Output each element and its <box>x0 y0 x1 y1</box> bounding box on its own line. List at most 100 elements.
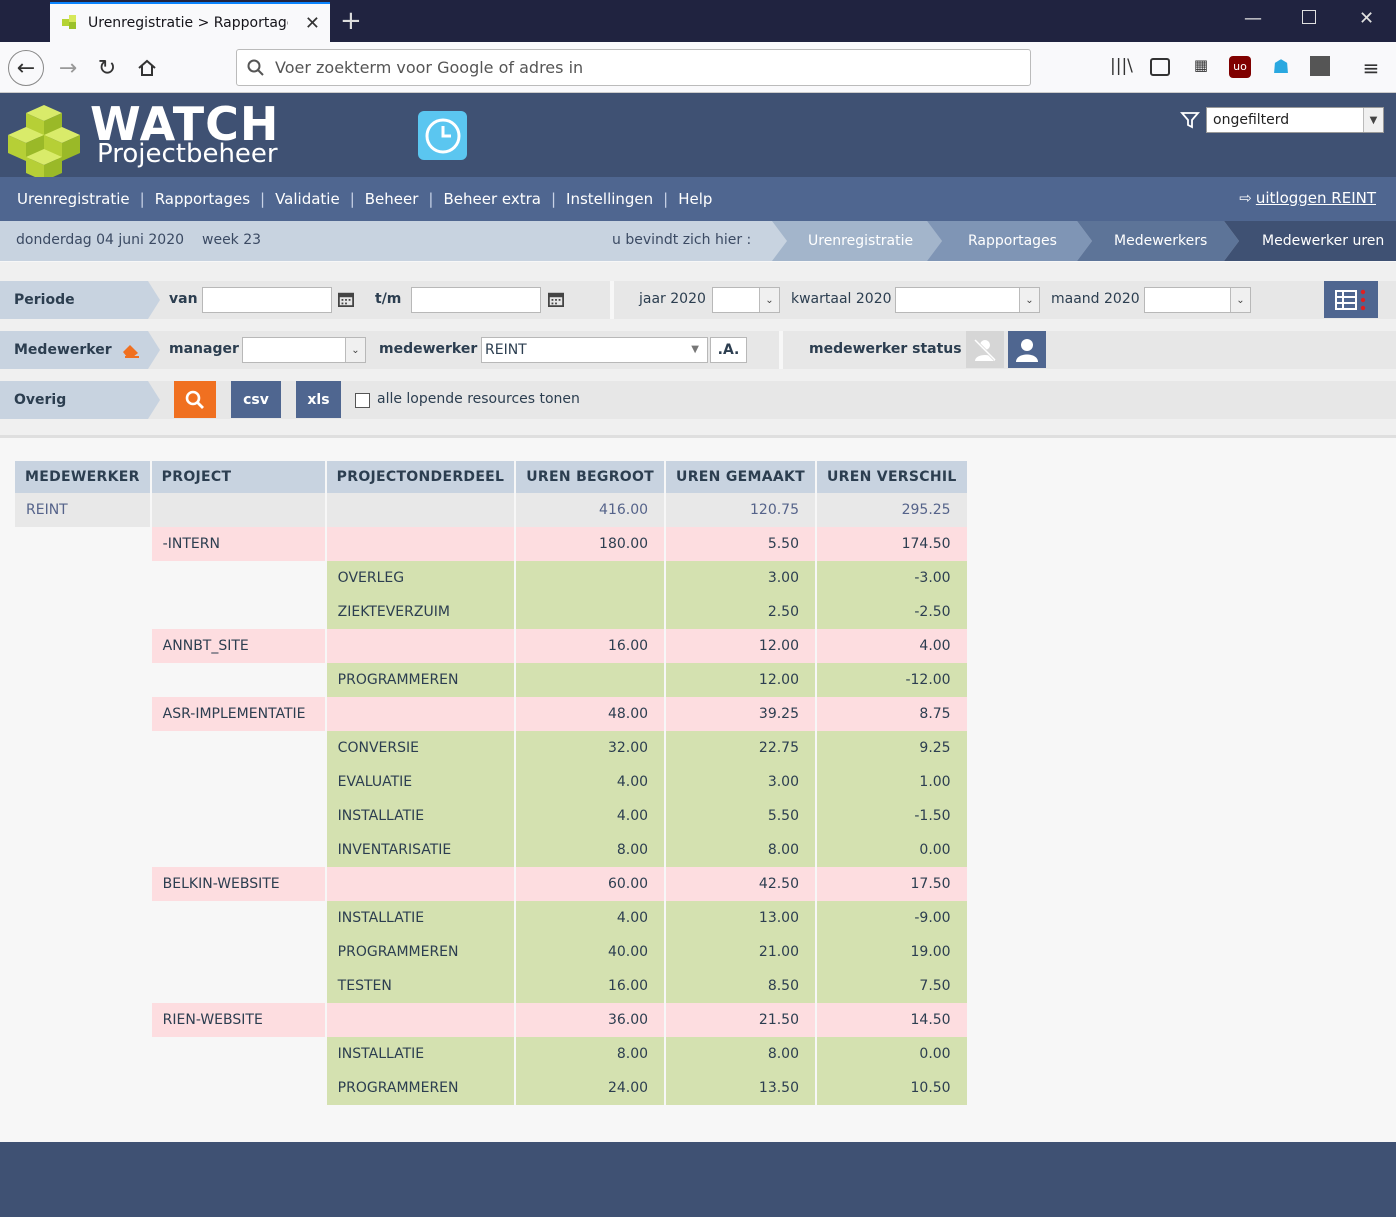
sidebar-icon[interactable] <box>1150 58 1170 76</box>
cell-projectonderdeel <box>326 1003 517 1037</box>
cell-uren-gemaakt: 8.00 <box>666 833 817 867</box>
clock-icon[interactable] <box>418 111 467 160</box>
column-settings-button[interactable] <box>1324 281 1378 318</box>
menu-separator: | <box>428 190 434 208</box>
menu-item-urenregistratie[interactable]: Urenregistratie <box>17 190 130 208</box>
maand-select[interactable]: ⌄ <box>1144 287 1251 313</box>
cell-medewerker <box>15 969 152 1003</box>
eraser-icon[interactable] <box>121 341 141 359</box>
cell-uren-gemaakt: 13.00 <box>666 901 817 935</box>
extension-icon[interactable] <box>1310 56 1330 76</box>
cell-medewerker <box>15 799 152 833</box>
breadcrumb-medewerkers[interactable]: Medewerkers <box>1114 221 1207 261</box>
ghostery-icon[interactable]: ☗ <box>1270 56 1292 78</box>
breadcrumb-rapportages[interactable]: Rapportages <box>968 221 1057 261</box>
window-close-icon[interactable]: ✕ <box>1359 8 1374 29</box>
menu-separator: | <box>663 190 669 208</box>
cell-uren-gemaakt: 12.00 <box>666 663 817 697</box>
menu-item-beheer-extra[interactable]: Beheer extra <box>443 190 541 208</box>
qr-code-icon[interactable]: ▦ <box>1190 56 1212 78</box>
menu-item-help[interactable]: Help <box>678 190 712 208</box>
search-button[interactable] <box>174 381 216 418</box>
cell-uren-begroot: 8.00 <box>516 833 667 867</box>
back-icon[interactable]: ← <box>8 50 44 86</box>
cell-uren-gemaakt: 21.50 <box>666 1003 817 1037</box>
url-bar[interactable]: Voer zoekterm voor Google of adres in <box>236 49 1031 86</box>
menu-item-beheer[interactable]: Beheer <box>365 190 419 208</box>
menu-item-instellingen[interactable]: Instellingen <box>566 190 653 208</box>
home-icon[interactable] <box>129 50 165 86</box>
cell-medewerker <box>15 595 152 629</box>
csv-export-button[interactable]: csv <box>231 381 281 418</box>
table-row: INSTALLATIE 8.00 8.00 0.00 <box>15 1037 967 1071</box>
cell-uren-begroot: 24.00 <box>516 1071 667 1105</box>
cell-medewerker <box>15 731 152 765</box>
ublock-icon[interactable]: uo <box>1229 56 1251 78</box>
cell-projectonderdeel: TESTEN <box>326 969 517 1003</box>
cell-project <box>152 969 327 1003</box>
cell-uren-gemaakt: 3.00 <box>666 765 817 799</box>
menu-hamburger-icon[interactable]: ≡ <box>1360 56 1382 80</box>
cell-uren-verschil: -9.00 <box>817 901 967 935</box>
breadcrumb-urenregistratie[interactable]: Urenregistratie <box>808 221 913 261</box>
cell-uren-gemaakt: 5.50 <box>666 527 817 561</box>
manager-select[interactable]: ⌄ <box>242 337 366 363</box>
van-date-input[interactable] <box>202 287 332 313</box>
medewerker-label: medewerker <box>379 341 478 357</box>
cell-medewerker <box>15 527 152 561</box>
reload-icon[interactable]: ↻ <box>89 50 125 86</box>
user-icon <box>1016 338 1038 362</box>
cell-project <box>152 765 327 799</box>
chevron-down-icon: ⌄ <box>1230 288 1250 312</box>
calendar-icon[interactable] <box>548 291 564 307</box>
menu-separator: | <box>349 190 355 208</box>
browser-navbar: ← → ↻ Voer zoekterm voor Google of adres… <box>0 42 1396 93</box>
col-projectonderdeel[interactable]: PROJECTONDERDEEL <box>326 461 517 493</box>
xls-export-button[interactable]: xls <box>296 381 341 418</box>
col-uren-gemaakt[interactable]: UREN GEMAAKT <box>666 461 817 493</box>
cell-medewerker: REINT <box>15 493 152 527</box>
browser-tab[interactable]: Urenregistratie > Rapportages ✕ <box>50 2 330 42</box>
menu-item-validatie[interactable]: Validatie <box>275 190 340 208</box>
inactive-employee-button[interactable] <box>966 331 1004 368</box>
col-uren-verschil[interactable]: UREN VERSCHIL <box>817 461 967 493</box>
cell-projectonderdeel: INSTALLATIE <box>326 901 517 935</box>
forward-icon[interactable]: → <box>50 50 86 86</box>
col-medewerker[interactable]: MEDEWERKER <box>15 461 152 493</box>
cell-uren-gemaakt: 13.50 <box>666 1071 817 1105</box>
tab-close-icon[interactable]: ✕ <box>305 13 320 34</box>
menu-item-rapportages[interactable]: Rapportages <box>155 190 250 208</box>
watch-logo-icon <box>8 105 80 181</box>
table-row: BELKIN-WEBSITE 60.00 42.50 17.50 <box>15 867 967 901</box>
kwartaal-select[interactable]: ⌄ <box>895 287 1040 313</box>
cell-uren-gemaakt: 5.50 <box>666 799 817 833</box>
filter-select[interactable]: ongefilterd ▼ <box>1206 107 1384 133</box>
filter-panel: Periode van t/m jaar 2020 ⌄ kwartaal 202… <box>0 262 1396 438</box>
cell-uren-verschil: 14.50 <box>817 1003 967 1037</box>
anonymize-button[interactable]: .A. <box>710 337 747 363</box>
col-project[interactable]: PROJECT <box>151 461 327 493</box>
logout-link[interactable]: ⇨ uitloggen REINT <box>1239 189 1376 207</box>
show-running-resources-checkbox[interactable] <box>355 393 370 408</box>
calendar-icon[interactable] <box>338 291 354 307</box>
cell-projectonderdeel: ZIEKTEVERZUIM <box>326 595 517 629</box>
col-uren-begroot[interactable]: UREN BEGROOT <box>516 461 667 493</box>
library-icon[interactable]: |||\ <box>1110 56 1133 78</box>
cell-uren-verschil: 0.00 <box>817 833 967 867</box>
jaar-select[interactable]: ⌄ <box>712 287 780 313</box>
tm-date-input[interactable] <box>411 287 541 313</box>
new-tab-icon[interactable]: + <box>340 6 362 36</box>
cell-projectonderdeel: PROGRAMMEREN <box>326 663 517 697</box>
minimize-icon[interactable]: — <box>1244 8 1262 29</box>
medewerker-select[interactable]: REINT ▼ <box>481 337 708 363</box>
cell-medewerker <box>15 1037 152 1071</box>
logout-label: uitloggen REINT <box>1255 189 1376 207</box>
cell-uren-begroot: 180.00 <box>516 527 667 561</box>
cell-project <box>152 799 327 833</box>
active-employee-button[interactable] <box>1008 331 1046 368</box>
show-running-resources-label: alle lopende resources tonen <box>377 391 580 407</box>
cell-uren-gemaakt: 3.00 <box>666 561 817 595</box>
cell-medewerker <box>15 697 152 731</box>
maximize-icon[interactable] <box>1302 10 1316 24</box>
table-row: OVERLEG 3.00 -3.00 <box>15 561 967 595</box>
